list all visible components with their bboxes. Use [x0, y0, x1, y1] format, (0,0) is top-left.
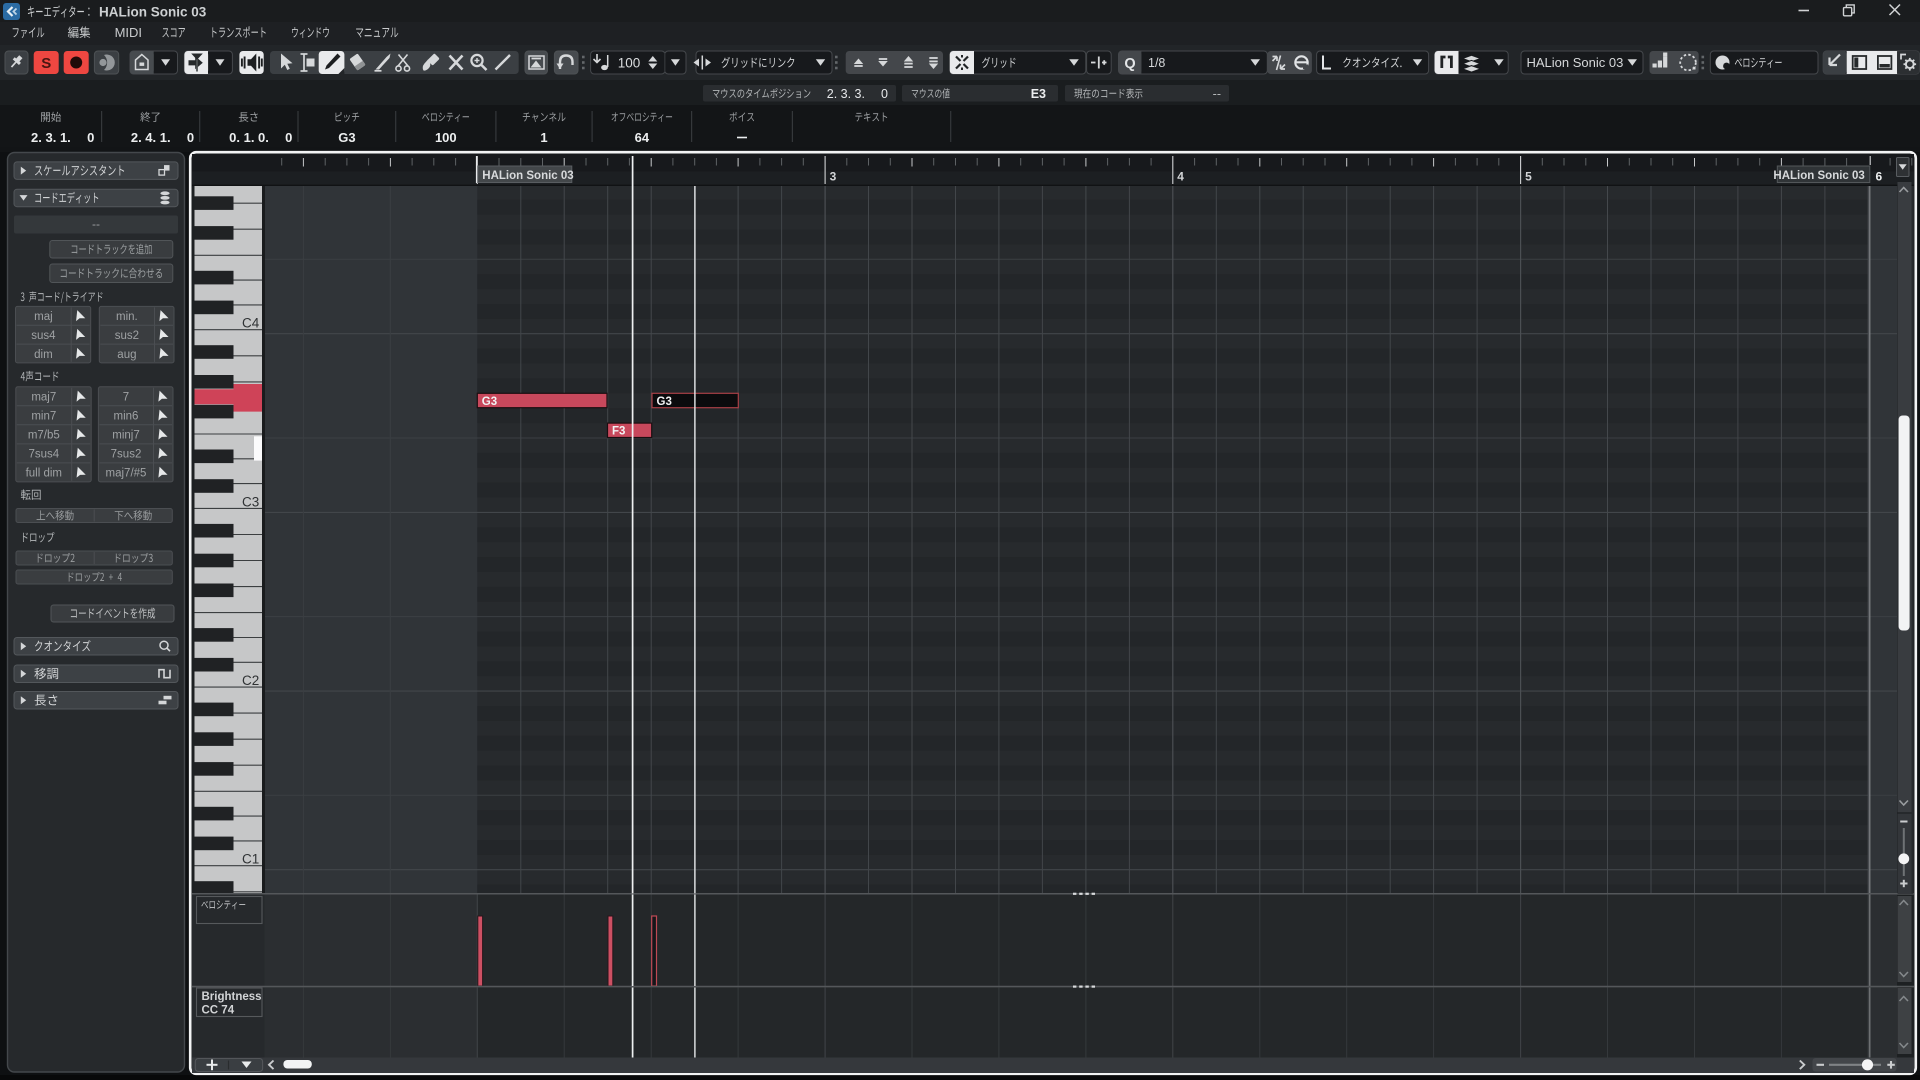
svg-text:C2: C2	[242, 673, 259, 688]
svg-text:min.: min.	[116, 311, 138, 323]
svg-text:MIDI: MIDI	[115, 25, 142, 40]
svg-text:6: 6	[1876, 170, 1883, 184]
svg-text:0. 1. 0.: 0. 1. 0.	[229, 130, 269, 145]
svg-text:maj: maj	[34, 311, 53, 323]
svg-text:dim: dim	[34, 349, 53, 361]
svg-text:4: 4	[1177, 170, 1184, 184]
svg-text:min6: min6	[114, 411, 139, 423]
svg-text:0: 0	[87, 130, 94, 145]
svg-text:HALion Sonic 03: HALion Sonic 03	[482, 170, 573, 182]
svg-text:100: 100	[618, 56, 641, 71]
svg-text:Q: Q	[1124, 56, 1135, 72]
svg-text:0: 0	[187, 130, 194, 145]
svg-text:maj7/#5: maj7/#5	[106, 468, 147, 480]
svg-text:5: 5	[1525, 170, 1532, 184]
svg-text:G3: G3	[657, 396, 672, 408]
svg-text:S: S	[41, 55, 51, 72]
svg-text:m7/b5: m7/b5	[28, 430, 60, 442]
svg-text:--: --	[92, 217, 100, 231]
svg-text:2. 3. 3.: 2. 3. 3.	[827, 87, 865, 101]
svg-text:2. 4. 1.: 2. 4. 1.	[131, 130, 171, 145]
svg-text:sus2: sus2	[115, 330, 139, 342]
svg-text:aug: aug	[117, 349, 136, 361]
svg-text:CC 74: CC 74	[202, 1005, 235, 1017]
svg-text:minj7: minj7	[112, 430, 139, 442]
svg-text:HALion Sonic 03: HALion Sonic 03	[1527, 55, 1624, 70]
svg-text:7: 7	[123, 392, 129, 404]
svg-text:1/8: 1/8	[1148, 56, 1165, 70]
svg-text:3: 3	[830, 170, 837, 184]
svg-text:100: 100	[435, 130, 457, 145]
svg-text:Brightness: Brightness	[202, 991, 262, 1003]
svg-text:C4: C4	[242, 316, 260, 331]
svg-text:HALion Sonic 03: HALion Sonic 03	[99, 5, 207, 20]
svg-text:HALion Sonic 03: HALion Sonic 03	[1773, 170, 1864, 182]
svg-text:sus4: sus4	[31, 330, 56, 342]
svg-text:1: 1	[540, 130, 547, 145]
svg-text:G3: G3	[338, 130, 355, 145]
svg-text:full dim: full dim	[26, 468, 62, 480]
svg-text:min7: min7	[31, 411, 56, 423]
svg-text:C3: C3	[242, 494, 259, 509]
svg-text:7sus2: 7sus2	[111, 449, 142, 461]
svg-text:G3: G3	[482, 396, 497, 408]
svg-text:maj7: maj7	[31, 392, 56, 404]
svg-text:F3: F3	[612, 426, 625, 438]
svg-text:E3: E3	[1031, 87, 1046, 101]
svg-text:C1: C1	[242, 852, 259, 867]
svg-text:64: 64	[635, 130, 650, 145]
svg-text:7sus4: 7sus4	[28, 449, 59, 461]
svg-text:--: --	[1213, 87, 1221, 101]
svg-text:0: 0	[285, 130, 292, 145]
svg-text:2. 3. 1.: 2. 3. 1.	[31, 130, 71, 145]
svg-text:0: 0	[881, 87, 888, 101]
